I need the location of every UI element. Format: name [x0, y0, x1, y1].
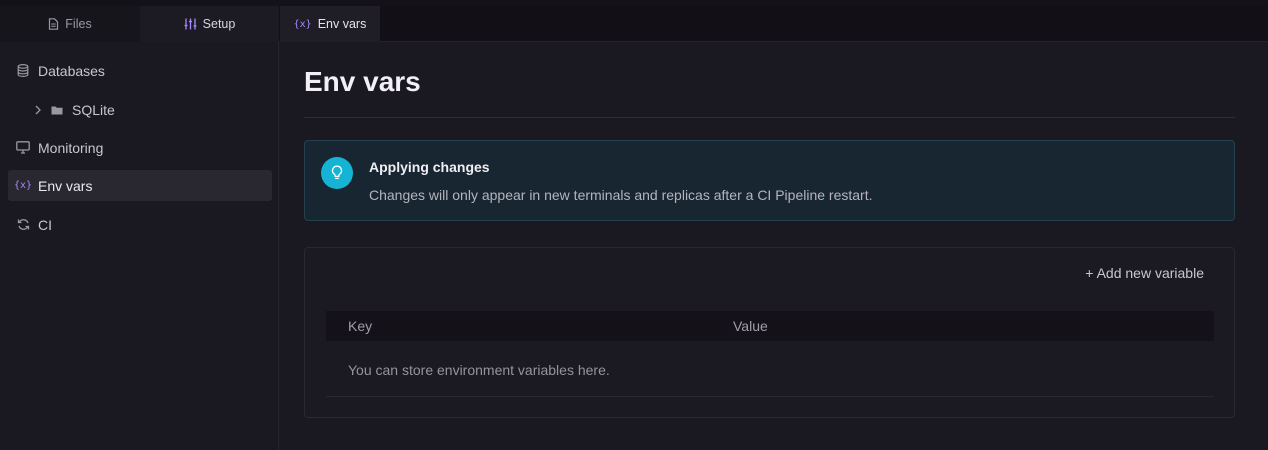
tab-setup[interactable]: Setup [140, 6, 279, 42]
page-title: Env vars [304, 66, 421, 97]
refresh-icon [16, 218, 30, 232]
add-new-variable-button[interactable]: + Add new variable [1085, 265, 1204, 281]
sidebar-item-label: Databases [38, 62, 105, 79]
column-header-key: Key [348, 318, 373, 334]
folder-icon [50, 103, 64, 117]
table-divider [326, 396, 1214, 397]
tab-files[interactable]: Files [0, 6, 140, 42]
sidebar-item-label: CI [38, 216, 52, 233]
tab-bar: Files Setup {x} Env vars [0, 6, 1268, 42]
variable-icon: {x} [293, 18, 312, 30]
empty-state-text: You can store environment variables here… [348, 362, 610, 378]
sidebar-item-monitoring[interactable]: Monitoring [8, 132, 272, 163]
title-divider [304, 117, 1235, 118]
sidebar-item-ci[interactable]: CI [8, 209, 272, 240]
table-header: Key Value [326, 311, 1214, 341]
sidebar-item-label: SQLite [72, 101, 115, 118]
app-root: Files Setup {x} Env vars Databases SQLit… [0, 0, 1268, 450]
monitor-icon [16, 141, 30, 155]
tab-files-label: Files [65, 17, 92, 31]
tab-setup-label: Setup [202, 17, 236, 31]
database-icon [16, 64, 30, 78]
column-header-value: Value [733, 318, 768, 334]
callout-title: Applying changes [369, 159, 490, 175]
sidebar-item-label: Env vars [38, 177, 93, 194]
chevron-right-icon [34, 103, 42, 117]
tab-env-vars[interactable]: {x} Env vars [280, 6, 380, 42]
sidebar-item-sqlite[interactable]: SQLite [8, 94, 272, 125]
main-content: Env vars Applying changes Changes will o… [280, 42, 1268, 450]
info-callout: Applying changes Changes will only appea… [304, 140, 1235, 221]
env-vars-panel: + Add new variable Key Value You can sto… [304, 247, 1235, 418]
tab-env-vars-label: Env vars [317, 17, 367, 31]
sidebar-item-databases[interactable]: Databases [8, 55, 272, 86]
sidebar-tabs: Files Setup [0, 6, 279, 42]
lightbulb-icon [321, 157, 353, 189]
sidebar-item-label: Monitoring [38, 139, 104, 156]
callout-text: Changes will only appear in new terminal… [369, 187, 873, 203]
sidebar: Databases SQLite Monitoring {x} Env vars [0, 42, 279, 450]
sidebar-item-env-vars[interactable]: {x} Env vars [8, 170, 272, 201]
variable-icon: {x} [13, 180, 33, 191]
file-icon [48, 18, 59, 30]
sliders-icon [184, 18, 197, 30]
